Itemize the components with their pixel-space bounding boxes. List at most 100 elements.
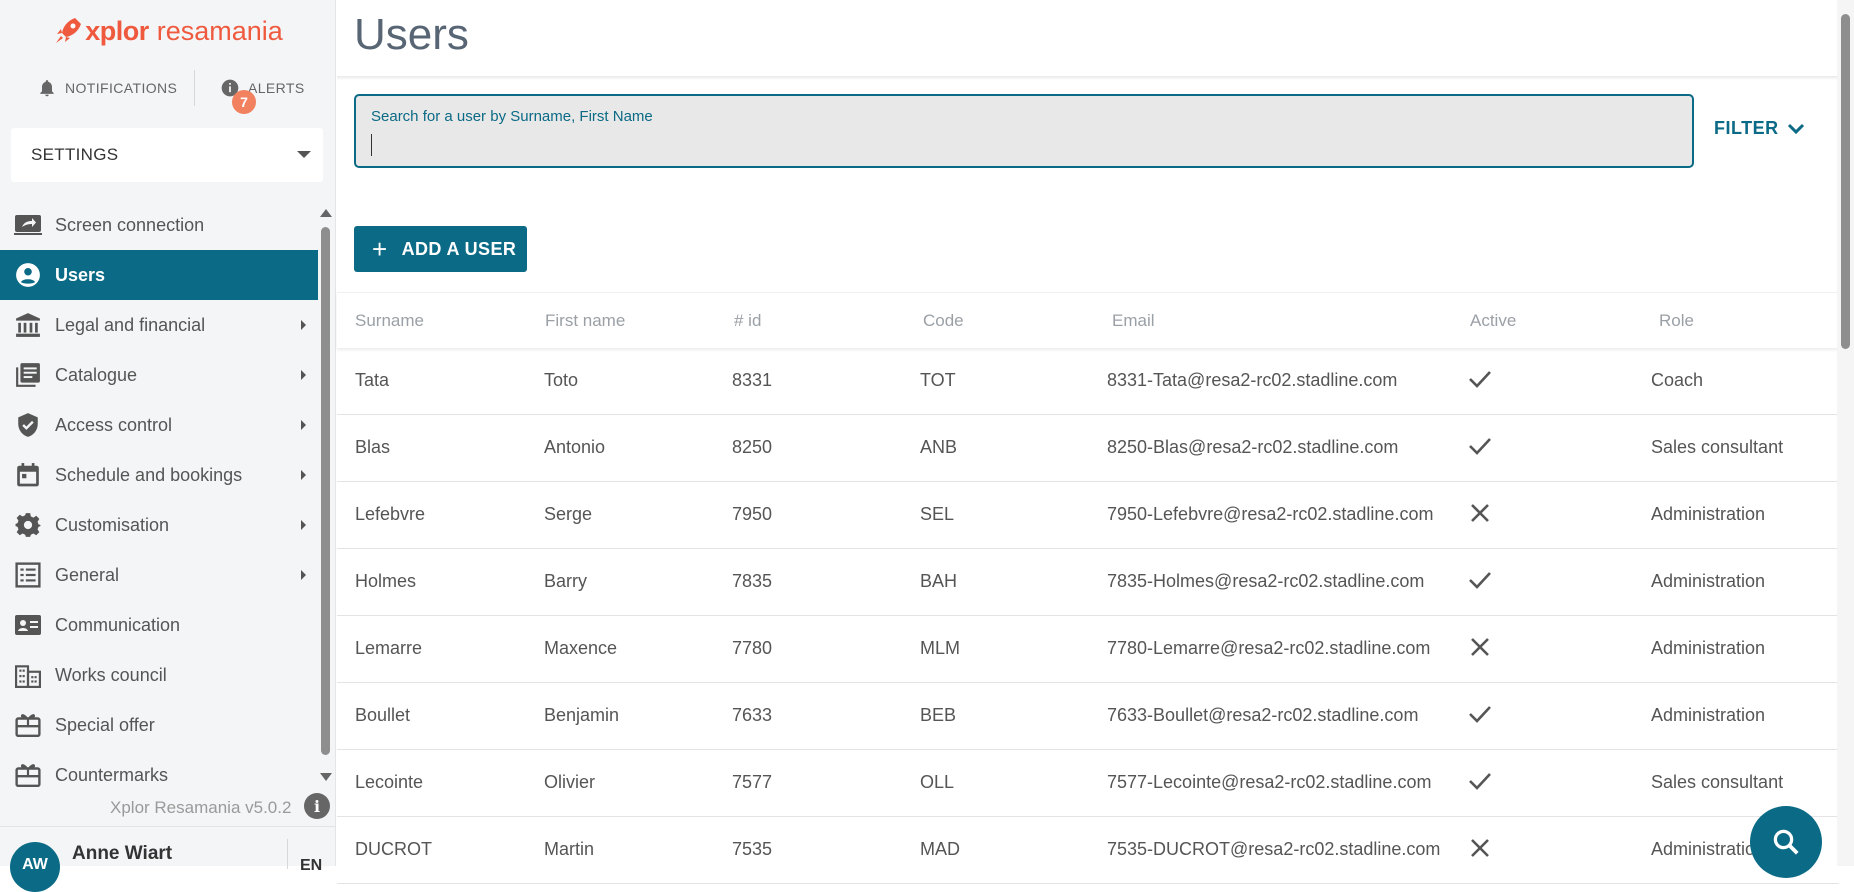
cell-first-name: Maxence: [544, 638, 618, 658]
column-header-first-name[interactable]: First name: [545, 311, 625, 331]
chevron-right-icon: [301, 420, 306, 430]
search-input[interactable]: [371, 132, 1671, 158]
language-selector[interactable]: EN: [300, 857, 322, 875]
cell-email: 7535-DUCROT@resa2-rc02.stadline.com: [1107, 839, 1441, 859]
cell-id: 8331: [732, 370, 773, 390]
user-circle-icon: [13, 260, 43, 290]
sidebar-scrollbar[interactable]: [318, 205, 336, 785]
list-icon: [13, 560, 43, 590]
xplor-rocket-icon: [56, 18, 82, 43]
sidebar-item-label: Special offer: [55, 714, 155, 735]
cell-surname: Lemarre: [355, 638, 423, 658]
scroll-up-icon[interactable]: [320, 209, 332, 217]
chevron-right-icon: [301, 370, 306, 380]
column-header-id[interactable]: # id: [734, 311, 761, 331]
check-icon: [1467, 435, 1493, 462]
close-icon: [1469, 502, 1491, 529]
sidebar-item-legal-and-financial[interactable]: Legal and financial: [0, 300, 318, 350]
sidebar-scroll-thumb[interactable]: [321, 227, 330, 755]
cell-role: Administration: [1651, 839, 1766, 859]
sidebar-item-label: Legal and financial: [55, 314, 206, 335]
table-row[interactable]: Holmes Barry 7835 BAH 7835-Holmes@resa2-…: [337, 549, 1839, 616]
cell-email: 7577-Lecointe@resa2-rc02.stadline.com: [1107, 772, 1432, 792]
search-label: Search for a user by Surname, First Name: [371, 108, 653, 125]
cell-role: Administration: [1651, 705, 1766, 725]
sidebar-item-communication[interactable]: Communication: [0, 600, 318, 650]
cell-role: Administration: [1651, 638, 1766, 658]
sidebar-item-label: Works council: [55, 664, 167, 685]
top-nav: NOTIFICATIONS ALERTS 7: [0, 68, 336, 114]
cell-email: 7835-Holmes@resa2-rc02.stadline.com: [1107, 571, 1425, 591]
column-header-role[interactable]: Role: [1659, 311, 1694, 331]
close-icon: [1469, 837, 1491, 864]
ticket-icon: [13, 760, 43, 790]
sidebar-item-countermarks[interactable]: Countermarks: [0, 750, 318, 792]
cell-first-name: Martin: [544, 839, 595, 859]
sidebar-item-access-control[interactable]: Access control: [0, 400, 318, 450]
sidebar-item-users[interactable]: Users: [0, 250, 318, 300]
cell-first-name: Antonio: [544, 437, 606, 457]
table-row[interactable]: Lefebvre Serge 7950 SEL 7950-Lefebvre@re…: [337, 482, 1839, 549]
table-row[interactable]: DUCROT Martin 7535 MAD 7535-DUCROT@resa2…: [337, 817, 1839, 884]
cell-role: Sales consultant: [1651, 437, 1784, 457]
search-field[interactable]: Search for a user by Surname, First Name: [354, 94, 1694, 168]
cell-surname: Boullet: [355, 705, 411, 725]
gear-icon: [13, 510, 43, 540]
cell-email: 8250-Blas@resa2-rc02.stadline.com: [1107, 437, 1399, 457]
search-icon: [1773, 829, 1799, 855]
cell-first-name: Benjamin: [544, 705, 620, 725]
sidebar-item-label: Catalogue: [55, 364, 138, 385]
main-scrollbar[interactable]: [1837, 0, 1854, 866]
sidebar-item-customisation[interactable]: Customisation: [0, 500, 318, 550]
cell-role: Coach: [1651, 370, 1704, 390]
cell-id: 7835: [732, 571, 773, 591]
cell-code: MAD: [920, 839, 960, 859]
check-icon: [1467, 569, 1493, 596]
shield-check-icon: [13, 410, 43, 440]
catalogue-icon: [13, 360, 43, 390]
cell-code: SEL: [920, 504, 955, 524]
column-header-surname[interactable]: Surname: [355, 311, 424, 331]
sidebar-item-schedule-and-bookings[interactable]: Schedule and bookings: [0, 450, 318, 500]
chevron-right-icon: [301, 470, 306, 480]
avatar[interactable]: AW: [10, 842, 60, 892]
main-scroll-thumb[interactable]: [1841, 14, 1850, 349]
settings-select[interactable]: SETTINGS: [11, 128, 323, 182]
sidebar-item-special-offer[interactable]: Special offer: [0, 700, 318, 750]
cell-code: BAH: [920, 571, 958, 591]
alerts-label: ALERTS: [248, 80, 305, 96]
chevron-right-icon: [301, 570, 306, 580]
sidebar-item-screen-connection[interactable]: Screen connection: [0, 200, 318, 250]
table-row[interactable]: Lecointe Olivier 7577 OLL 7577-Lecointe@…: [337, 750, 1839, 817]
version-info-icon[interactable]: i: [304, 793, 330, 819]
add-user-label: ADD A USER: [401, 238, 517, 259]
cell-surname: DUCROT: [355, 839, 432, 859]
sidebar-item-catalogue[interactable]: Catalogue: [0, 350, 318, 400]
cell-first-name: Barry: [544, 571, 588, 591]
cell-email: 7780-Lemarre@resa2-rc02.stadline.com: [1107, 638, 1431, 658]
search-fab-button[interactable]: [1750, 806, 1822, 878]
sidebar-item-label: Countermarks: [55, 764, 169, 785]
logo[interactable]: xplor resamania: [0, 8, 336, 54]
scroll-down-icon[interactable]: [320, 773, 332, 781]
notifications-button[interactable]: NOTIFICATIONS: [37, 78, 177, 98]
check-icon: [1467, 368, 1493, 395]
cell-email: 7633-Boullet@resa2-rc02.stadline.com: [1107, 705, 1419, 725]
cell-first-name: Serge: [544, 504, 593, 524]
filter-button[interactable]: FILTER: [1714, 118, 1805, 139]
add-user-button[interactable]: + ADD A USER: [354, 226, 527, 272]
table-row[interactable]: Tata Toto 8331 TOT 8331-Tata@resa2-rc02.…: [337, 348, 1839, 415]
table-row[interactable]: Lemarre Maxence 7780 MLM 7780-Lemarre@re…: [337, 616, 1839, 683]
table-row[interactable]: Blas Antonio 8250 ANB 8250-Blas@resa2-rc…: [337, 415, 1839, 482]
text-cursor: [371, 134, 372, 156]
user-name[interactable]: Anne Wiart: [72, 843, 172, 865]
column-header-active[interactable]: Active: [1470, 311, 1516, 331]
sidebar-item-works-council[interactable]: Works council: [0, 650, 318, 700]
table-row[interactable]: Boullet Benjamin 7633 BEB 7633-Boullet@r…: [337, 683, 1839, 750]
check-icon: [1467, 770, 1493, 797]
column-header-code[interactable]: Code: [923, 311, 964, 331]
cell-code: TOT: [920, 370, 956, 390]
cell-id: 7535: [732, 839, 773, 859]
column-header-email[interactable]: Email: [1112, 311, 1155, 331]
sidebar-item-general[interactable]: General: [0, 550, 318, 600]
